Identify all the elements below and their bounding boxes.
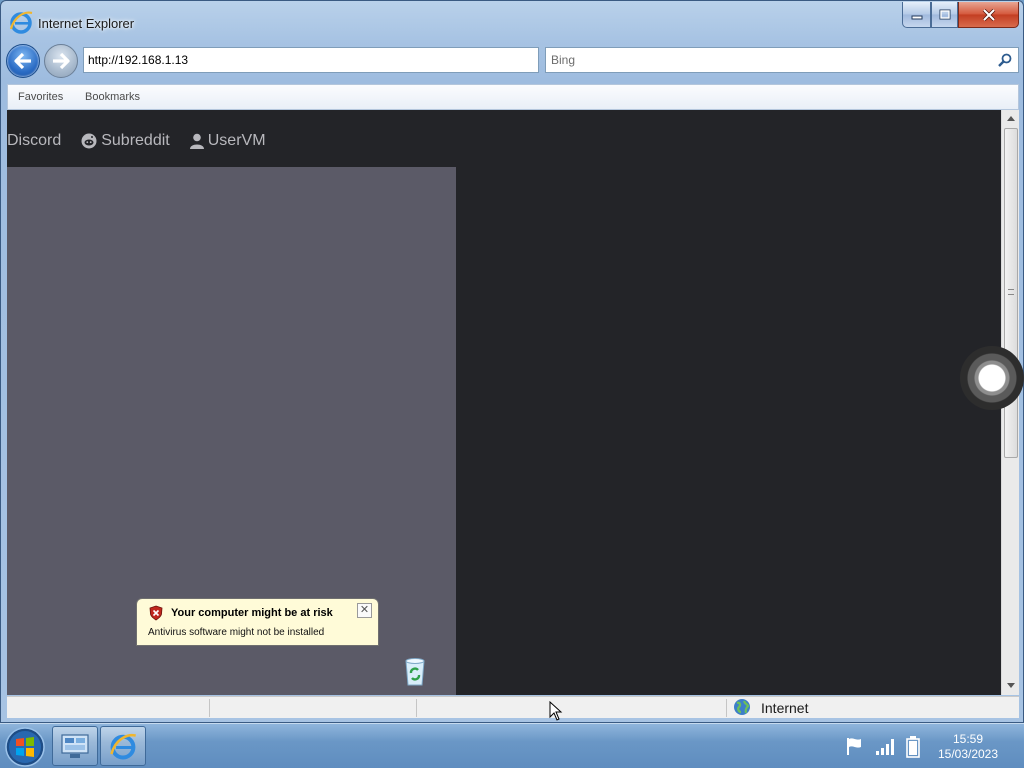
back-arrow-icon <box>14 52 31 70</box>
caption-buttons <box>902 2 1019 29</box>
internet-explorer-icon <box>9 11 33 34</box>
scroll-thumb[interactable] <box>1004 128 1018 458</box>
notification-close-button[interactable]: ✕ <box>357 603 372 618</box>
maximize-icon <box>939 9 950 20</box>
status-bar: Internet <box>7 696 1019 718</box>
search-input[interactable]: Bing <box>545 47 1019 73</box>
status-divider <box>416 699 417 717</box>
status-divider <box>209 699 210 717</box>
subreddit-label: Subreddit <box>101 132 170 149</box>
battery-icon[interactable] <box>906 736 920 758</box>
minimize-icon <box>911 15 922 19</box>
clock-time: 15:59 <box>952 732 984 746</box>
down-arrow-icon <box>1006 683 1015 688</box>
ie-window: Internet Explorer http://192.168.1.13 Bi… <box>0 0 1024 723</box>
security-shield-icon <box>149 605 163 621</box>
back-button[interactable] <box>6 44 40 78</box>
navigation-bar: http://192.168.1.13 Bing <box>1 41 1023 81</box>
thumb-grip <box>1008 289 1014 295</box>
notification-subtitle: Antivirus software might not be installe… <box>148 627 325 638</box>
action-center-flag-icon[interactable] <box>845 736 865 756</box>
up-arrow-icon <box>1006 116 1015 121</box>
start-button-icon[interactable] <box>4 726 46 768</box>
clock[interactable]: 15:59 15/03/2023 <box>932 732 1004 762</box>
scroll-up-button[interactable] <box>1002 110 1019 127</box>
security-zone-label: Internet <box>761 700 809 716</box>
mouse-cursor-icon <box>549 701 563 721</box>
forward-button[interactable] <box>44 44 78 78</box>
status-divider <box>726 699 727 717</box>
favorites-bar: Favorites Bookmarks <box>7 84 1019 110</box>
address-bar[interactable]: http://192.168.1.13 <box>83 47 539 73</box>
site-nav: Discord Subreddit UserVM <box>7 131 286 151</box>
discord-link[interactable]: Discord <box>7 132 61 150</box>
recycle-bin-icon[interactable] <box>399 655 431 687</box>
minimize-button[interactable] <box>902 2 931 28</box>
antivirus-notification[interactable]: Your computer might be at risk Antivirus… <box>136 598 379 646</box>
internet-explorer-icon <box>110 733 136 760</box>
uservm-link[interactable]: UserVM <box>189 132 266 150</box>
close-button[interactable] <box>958 2 1019 28</box>
clock-date: 15/03/2023 <box>937 747 999 761</box>
discord-label: Discord <box>7 132 62 149</box>
scroll-down-button[interactable] <box>1002 677 1019 694</box>
forward-arrow-icon <box>53 52 70 70</box>
server-manager-icon <box>61 734 89 758</box>
notification-title: Your computer might be at risk <box>171 607 333 619</box>
maximize-button[interactable] <box>931 2 958 28</box>
reddit-icon <box>81 133 97 149</box>
subreddit-link[interactable]: Subreddit <box>81 132 170 150</box>
floating-assistive-button[interactable] <box>960 346 1024 410</box>
taskbar-internet-explorer[interactable] <box>100 726 146 766</box>
globe-icon <box>734 699 750 715</box>
search-placeholder: Bing <box>551 53 576 67</box>
page-viewport: Discord Subreddit UserVM Your computer m… <box>7 110 1019 695</box>
window-title: Internet Explorer <box>38 16 135 31</box>
uservm-label: UserVM <box>207 132 266 149</box>
user-icon <box>189 133 204 149</box>
close-icon <box>982 8 995 21</box>
titlebar[interactable]: Internet Explorer <box>1 1 1023 41</box>
network-signal-icon[interactable] <box>875 736 897 756</box>
taskbar-server-manager[interactable] <box>52 726 98 766</box>
favorites-menu[interactable]: Favorites <box>18 91 63 103</box>
search-icon[interactable] <box>997 52 1013 68</box>
bookmarks-menu[interactable]: Bookmarks <box>85 91 140 103</box>
taskbar: 15:59 15/03/2023 <box>0 723 1024 768</box>
